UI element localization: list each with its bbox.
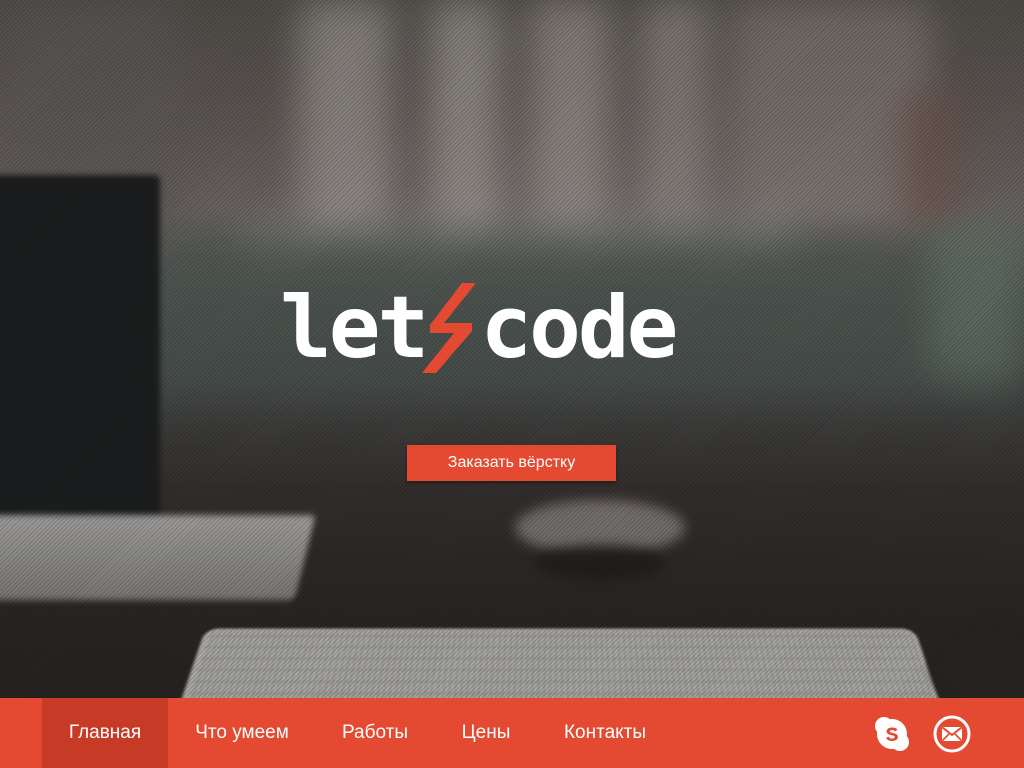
bottom-navbar: Главная Что умеем Работы Цены Контакты (0, 698, 1024, 768)
nav-item-home[interactable]: Главная (42, 698, 168, 768)
nav-item-services[interactable]: Что умеем (180, 698, 304, 768)
site-logo[interactable]: let code (280, 278, 675, 378)
nav-item-contacts[interactable]: Контакты (550, 698, 660, 768)
nav-item-works[interactable]: Работы (328, 698, 422, 768)
order-layout-button[interactable]: Заказать вёрстку (407, 445, 616, 481)
nav-item-prices[interactable]: Цены (450, 698, 522, 768)
logo-text-code: code (480, 278, 675, 378)
logo-text-let: let (280, 278, 426, 378)
mail-icon[interactable] (933, 715, 971, 753)
lightning-slash-icon (422, 283, 484, 373)
skype-icon[interactable] (873, 715, 911, 753)
